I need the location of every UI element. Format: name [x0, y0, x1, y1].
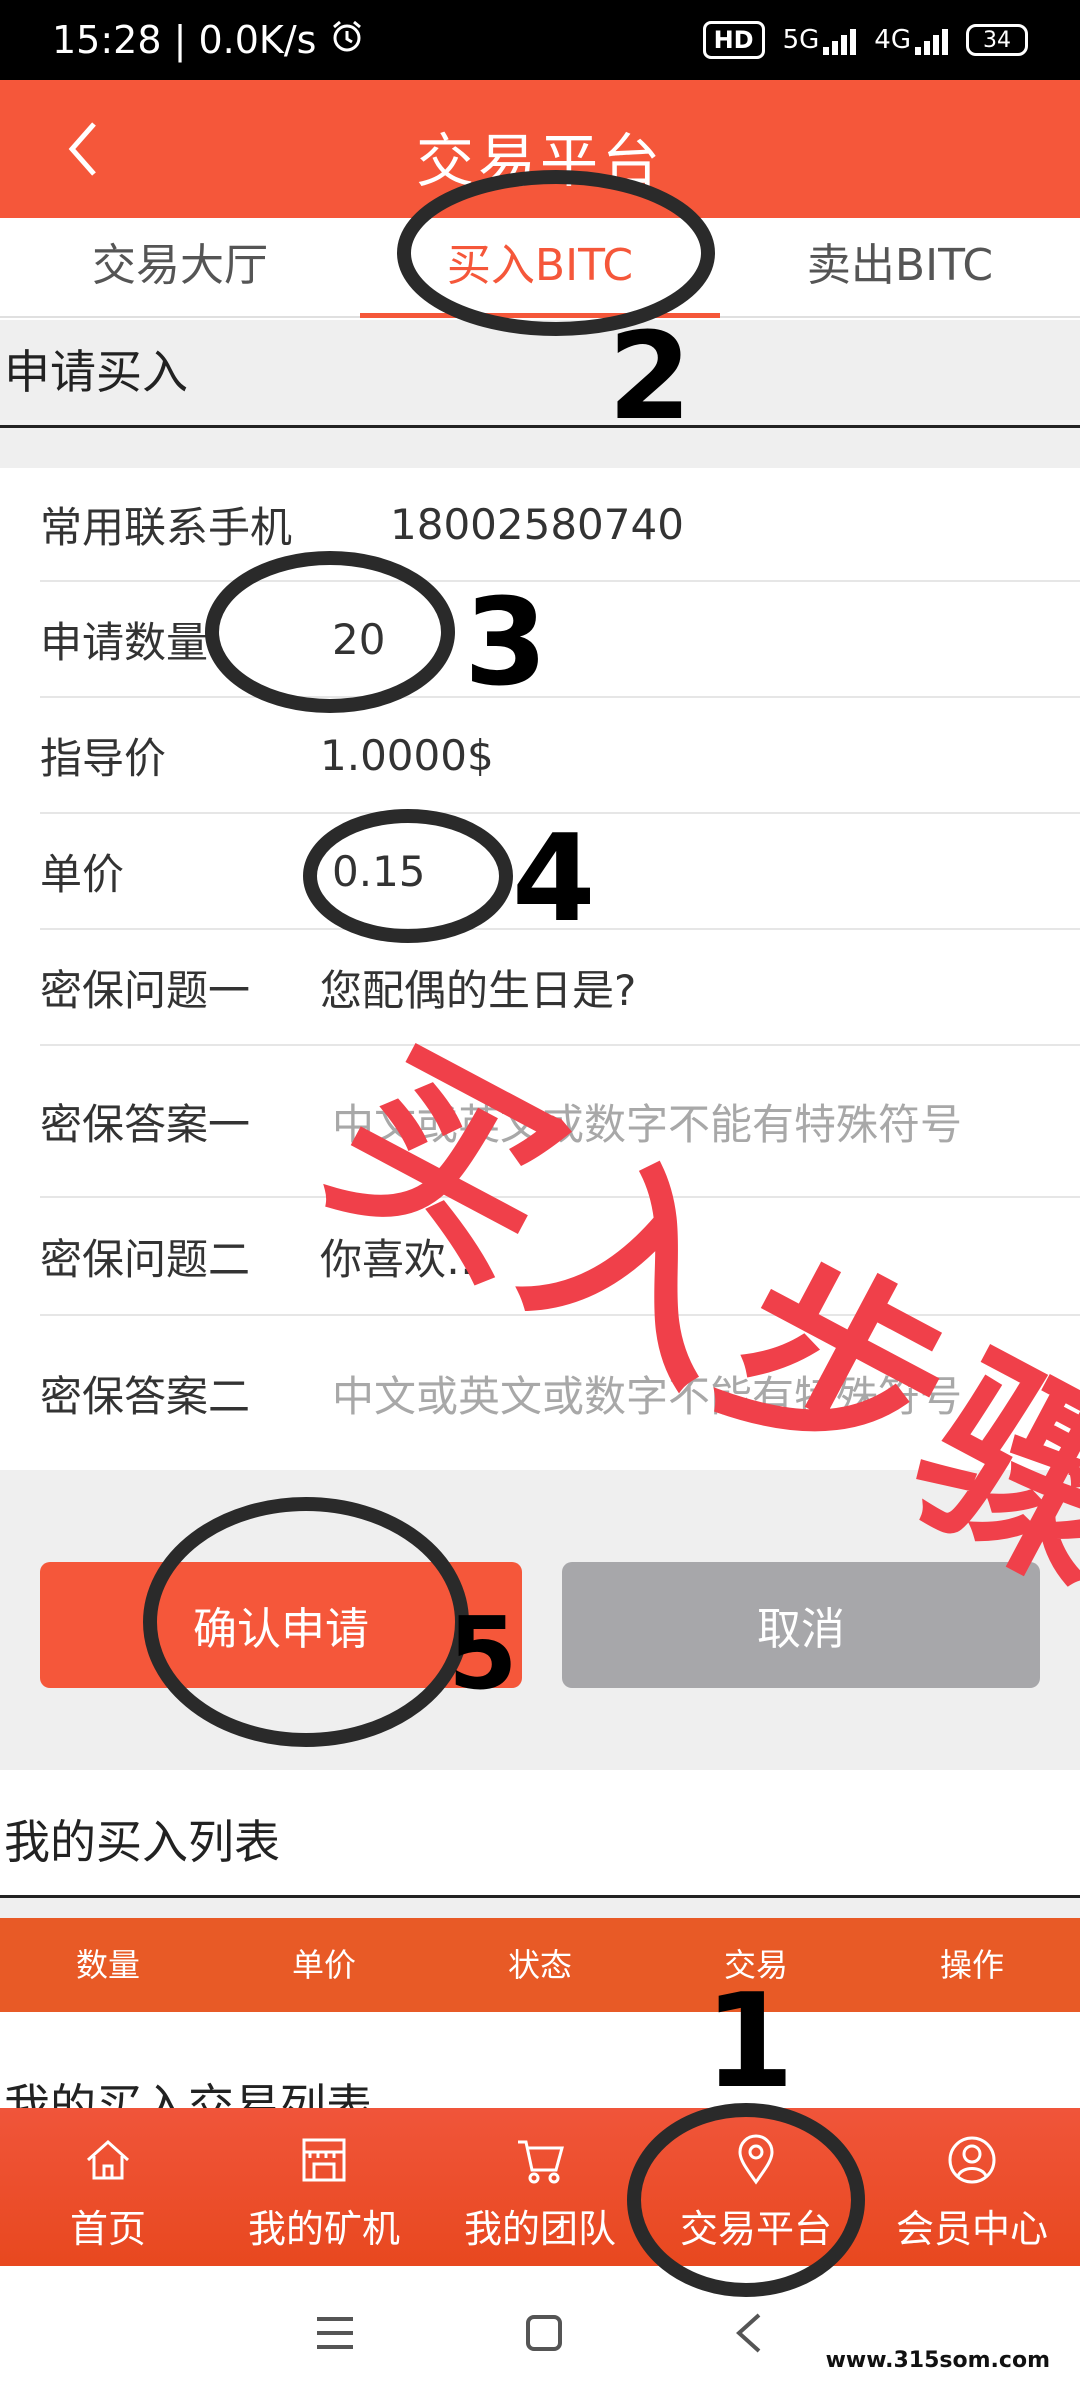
nav-member-center-label: 会员中心: [895, 2207, 1048, 2251]
bottom-nav: 首页 我的矿机 我的团队 交易平台 会员中心: [0, 2108, 1080, 2266]
buy-list-header: 数量 单价 状态 交易 操作: [0, 1918, 1080, 2012]
status-time: 15:28 | 0.0K/s: [52, 18, 317, 62]
form-row-quantity: 申请数量 20: [40, 582, 1080, 698]
guide-price-label: 指导价: [40, 733, 167, 783]
phone-label: 常用联系手机: [40, 502, 293, 552]
hd-badge: HD: [702, 21, 765, 59]
signal-5g-icon: 5G: [783, 25, 857, 55]
cancel-button[interactable]: 取消: [562, 1562, 1040, 1688]
net-4g-label: 4G: [874, 25, 911, 55]
watermark: www.315som.com: [825, 2348, 1050, 2373]
security-question-1-value[interactable]: 您配偶的生日是?: [320, 957, 636, 1018]
security-answer-1-label: 密保答案一: [40, 1099, 251, 1149]
user-icon: [948, 2136, 996, 2184]
col-status: 状态: [507, 1946, 572, 1984]
col-unit-price: 单价: [291, 1946, 356, 1984]
security-question-2-label: 密保问题二: [40, 1234, 251, 1284]
security-answer-1-input[interactable]: 中文或英文或数字不能有特殊符号: [332, 1091, 962, 1152]
col-action: 操作: [939, 1946, 1004, 1984]
nav-trading-platform-label: 交易平台: [679, 2207, 832, 2251]
list-gap: [0, 1898, 1080, 1918]
tab-trading-hall[interactable]: 交易大厅: [0, 218, 360, 316]
quantity-input[interactable]: 20: [332, 615, 385, 664]
page-title: 交易平台: [415, 127, 664, 195]
shop-icon: [302, 2138, 346, 2182]
back-triangle-icon[interactable]: [731, 2311, 767, 2355]
buy-form: 常用联系手机 18002580740 申请数量 20 指导价 1.0000$ 单…: [0, 468, 1080, 1470]
nav-my-miners[interactable]: 我的矿机: [216, 2108, 432, 2266]
nav-home[interactable]: 首页: [0, 2108, 216, 2266]
app-header: 交易平台: [0, 80, 1080, 218]
form-row-guide-price: 指导价 1.0000$: [40, 698, 1080, 814]
security-answer-2-input[interactable]: 中文或英文或数字不能有特殊符号: [332, 1363, 962, 1424]
form-row-security-q1: 密保问题一 您配偶的生日是?: [40, 930, 1080, 1046]
nav-my-team[interactable]: 我的团队: [432, 2108, 648, 2266]
net-5g-label: 5G: [782, 25, 820, 55]
section-my-buy-list: 我的买入列表: [0, 1790, 1080, 1898]
form-row-unit-price: 单价 0.15: [40, 814, 1080, 930]
status-bar: 15:28 | 0.0K/s HD 5G 4G 34: [0, 0, 1080, 80]
nav-my-team-label: 我的团队: [463, 2207, 616, 2251]
guide-price-value: 1.0000$: [320, 730, 494, 780]
security-answer-2-label: 密保答案二: [40, 1371, 251, 1421]
screen: 15:28 | 0.0K/s HD 5G 4G 34 交易平台 交易大厅 买入B…: [0, 0, 1080, 2400]
nav-trading-platform[interactable]: 交易平台: [648, 2108, 864, 2266]
security-question-1-label: 密保问题一: [40, 965, 251, 1015]
tab-bar: 交易大厅 买入BITC 卖出BITC: [0, 218, 1080, 318]
col-trade: 交易: [723, 1946, 788, 1984]
nav-my-miners-label: 我的矿机: [247, 2207, 400, 2251]
home-square-icon[interactable]: [524, 2313, 564, 2353]
form-row-phone: 常用联系手机 18002580740: [40, 468, 1080, 582]
tab-buy-bitc[interactable]: 买入BITC: [360, 218, 720, 318]
security-question-2-value[interactable]: 你喜欢…: [320, 1226, 488, 1287]
signal-4g-icon: 4G: [874, 25, 948, 55]
section-gap: [0, 428, 1080, 468]
home-icon: [86, 2139, 130, 2180]
location-pin-icon: [738, 2134, 774, 2185]
col-quantity: 数量: [75, 1946, 140, 1984]
form-row-security-q2: 密保问题二 你喜欢…: [40, 1198, 1080, 1316]
nav-home-label: 首页: [69, 2207, 146, 2251]
cart-icon: [518, 2140, 564, 2184]
system-nav-bar: [0, 2266, 1080, 2400]
form-row-security-a1: 密保答案一 中文或英文或数字不能有特殊符号: [40, 1046, 1080, 1198]
unit-price-input[interactable]: 0.15: [332, 847, 426, 896]
form-row-security-a2: 密保答案二 中文或英文或数字不能有特殊符号: [40, 1316, 1080, 1470]
unit-price-label: 单价: [40, 849, 125, 899]
nav-member-center[interactable]: 会员中心: [864, 2108, 1080, 2266]
quantity-label: 申请数量: [40, 617, 209, 667]
phone-value: 18002580740: [390, 499, 684, 549]
confirm-apply-button[interactable]: 确认申请: [40, 1562, 522, 1688]
status-right: HD 5G 4G 34: [702, 21, 1028, 59]
battery-icon: 34: [966, 24, 1028, 56]
battery-level: 34: [983, 27, 1011, 53]
tab-sell-bitc[interactable]: 卖出BITC: [720, 218, 1080, 316]
section-apply-buy: 申请买入: [0, 320, 1080, 428]
menu-icon[interactable]: [313, 2313, 357, 2353]
alarm-icon: [330, 18, 364, 62]
